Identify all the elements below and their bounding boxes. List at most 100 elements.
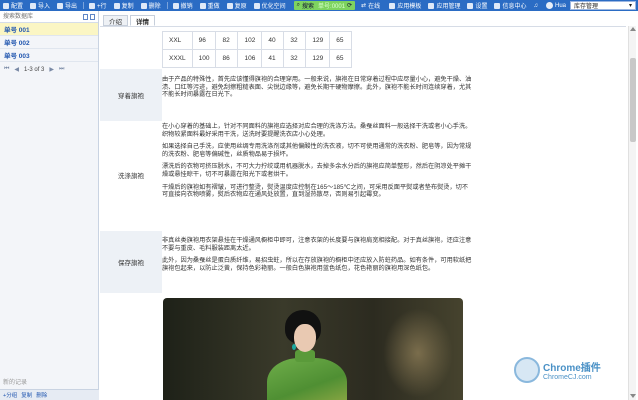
sidebar-bottom-bar: +分组 复制 删除 <box>0 389 99 400</box>
restore-button[interactable]: 复原 <box>224 0 251 11</box>
photo-earring <box>292 344 296 350</box>
list-item[interactable]: 单号 001 <box>0 23 98 36</box>
table-cell: 106 <box>237 49 263 68</box>
record-number-badge: 单号:0001 <box>318 4 346 10</box>
watermark-url: ChromeCJ.com <box>543 374 592 381</box>
table-cell: 129 <box>305 31 331 50</box>
new-record-label: 新的记录 <box>3 380 28 386</box>
redo-icon <box>199 2 206 9</box>
list-item[interactable]: 单号 003 <box>0 49 98 62</box>
list-item[interactable]: 单号 002 <box>0 36 98 49</box>
app-manage-button[interactable]: 应用管理 <box>425 0 464 11</box>
search-icon: ⌕ <box>296 2 301 8</box>
product-photo <box>163 298 463 400</box>
table-cell: 86 <box>215 49 239 68</box>
size-table: XXL 96 82 102 40 32 129 65 XXXL 100 86 1… <box>162 31 353 68</box>
wash-section: 洗涤旗袍 在小心穿着的基础上，针对不同面料的旗袍应选择对应合理的洗涤方法。桑蚕丝… <box>100 121 472 229</box>
table-cell: 32 <box>283 31 307 50</box>
watermark: Chrome插件 ChromeCJ.com <box>514 354 626 386</box>
detail-tabs: 介绍 详情 <box>103 15 155 26</box>
divider <box>83 2 85 9</box>
table-cell: 40 <box>261 31 285 50</box>
manage-icon <box>428 2 435 9</box>
notification-button[interactable]: ♫ <box>530 0 542 11</box>
section-text: 非真丝类旗袍用衣架悬挂在干燥通风橱柜中即可，注意衣架的长度要与旗袍肩宽相接配。对… <box>162 237 472 272</box>
toolbar-right: 应用模板 应用管理 设置 信息中心 ♫ Hua 库存管理 ▾ <box>386 0 638 11</box>
add-row-icon <box>89 2 96 9</box>
sidebar-search <box>0 11 98 23</box>
table-cell: 41 <box>261 49 285 68</box>
search-button[interactable]: ⌕ 搜索 单号:0001 ⟳ <box>293 1 356 10</box>
snail-logo-icon <box>514 357 540 383</box>
restore-icon <box>226 2 233 9</box>
sync-icon: ⇄ <box>361 3 367 9</box>
bell-icon: ♫ <box>533 2 538 9</box>
copy-icon <box>113 2 120 9</box>
top-toolbar: 配置 导入 导出 +行 复制 删除 撤销 重做 复原 优化空间 ⌕ 搜索 单号:… <box>0 0 638 11</box>
prev-page-icon[interactable]: ◀ <box>14 66 19 73</box>
section-text: 由于产品的特殊性，首先应该懂得旗袍的合理穿用。一般来说，旗袍在日常穿着过程中应尽… <box>162 76 472 99</box>
table-cell: 65 <box>329 49 353 68</box>
next-page-icon[interactable]: ▶ <box>49 66 54 73</box>
tab-details[interactable]: 详情 <box>130 15 155 26</box>
photo-background <box>383 308 453 398</box>
config-icon <box>3 2 9 9</box>
section-text: 在小心穿着的基础上，针对不同面料的旗袍应选择对应合理的洗涤方法。桑蚕丝面料一般选… <box>162 123 472 199</box>
delete-button[interactable]: 删除 <box>138 0 165 11</box>
add-row-button[interactable]: +行 <box>86 0 111 11</box>
scroll-thumb[interactable] <box>630 58 636 142</box>
section-label: 穿着旗袍 <box>100 69 162 121</box>
wear-section: 穿着旗袍 由于产品的特殊性，首先应该懂得旗袍的合理穿用。一般来说，旗袍在日常穿着… <box>100 69 472 121</box>
delete-record-button[interactable]: 删除 <box>36 391 47 399</box>
scroll-up-icon[interactable] <box>630 27 636 31</box>
app-switcher-select[interactable]: 库存管理 ▾ <box>570 1 636 10</box>
import-button[interactable]: 导入 <box>27 0 54 11</box>
store-section: 保存旗袍 非真丝类旗袍用衣架悬挂在干燥通风橱柜中即可，注意衣架的长度要与旗袍肩宽… <box>100 231 472 293</box>
first-page-icon[interactable]: ⏮ <box>4 66 9 73</box>
table-cell: 82 <box>215 31 239 50</box>
content-scrollbar[interactable] <box>628 26 636 400</box>
tab-intro[interactable]: 介绍 <box>103 15 128 26</box>
table-cell: XXXL <box>162 49 193 68</box>
table-cell: 100 <box>191 49 217 68</box>
record-sidebar: 单号 001 单号 002 单号 003 ⏮ ◀ 1-3 of 3 ▶ ⏭ 新的… <box>0 11 99 400</box>
undo-button[interactable]: 撤销 <box>170 0 197 11</box>
config-button[interactable]: 配置 <box>0 0 27 11</box>
search-input[interactable] <box>3 11 81 22</box>
pagination: ⏮ ◀ 1-3 of 3 ▶ ⏭ <box>0 62 98 77</box>
table-cell: 96 <box>191 31 217 50</box>
settings-button[interactable]: 设置 <box>464 0 491 11</box>
user-menu[interactable]: Hua <box>542 2 570 9</box>
grid-view-icon[interactable] <box>90 13 95 20</box>
add-group-button[interactable]: +分组 <box>3 391 17 399</box>
table-cell: 129 <box>305 49 331 68</box>
copy-record-button[interactable]: 复制 <box>21 391 32 399</box>
online-button[interactable]: ⇄ 在线 <box>361 1 380 10</box>
list-view-icon[interactable] <box>83 13 88 20</box>
avatar <box>545 2 553 9</box>
refresh-icon: ⟳ <box>347 3 353 9</box>
app-templates-button[interactable]: 应用模板 <box>386 0 425 11</box>
undo-icon <box>172 2 179 9</box>
message-center-button[interactable]: 信息中心 <box>491 0 530 11</box>
divider <box>166 2 168 9</box>
message-icon <box>494 2 501 9</box>
optimize-space-button[interactable]: 优化空间 <box>251 0 290 11</box>
export-button[interactable]: 导出 <box>54 0 81 11</box>
gear-icon <box>467 2 474 9</box>
watermark-title: Chrome插件 <box>543 363 601 374</box>
chevron-down-icon: ▾ <box>628 3 632 9</box>
detail-content: XXL 96 82 102 40 32 129 65 XXXL 100 86 1… <box>100 26 626 400</box>
table-cell: 32 <box>283 49 307 68</box>
copy-button[interactable]: 复制 <box>111 0 138 11</box>
last-page-icon[interactable]: ⏭ <box>59 66 64 73</box>
scroll-down-icon[interactable] <box>630 394 636 398</box>
photo-dress <box>267 358 347 400</box>
section-label: 保存旗袍 <box>100 231 162 293</box>
redo-button[interactable]: 重做 <box>197 0 224 11</box>
photo-face <box>294 324 316 352</box>
table-cell: 65 <box>329 31 353 50</box>
trash-icon <box>140 2 147 9</box>
table-cell: XXL <box>162 31 193 50</box>
import-icon <box>30 2 37 9</box>
